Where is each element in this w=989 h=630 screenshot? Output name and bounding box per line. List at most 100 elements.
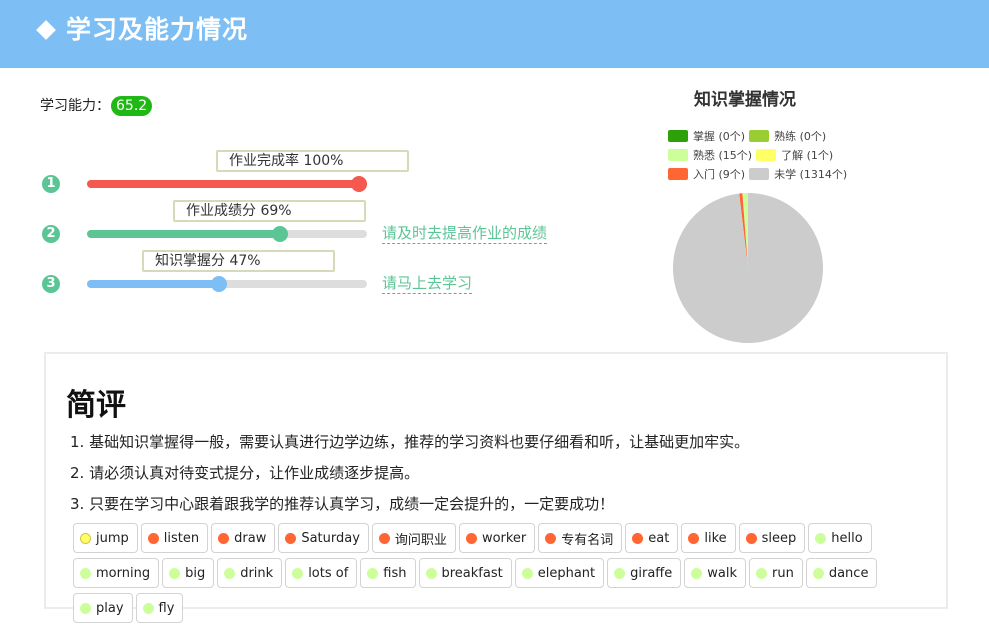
word-tag[interactable]: breakfast	[418, 558, 512, 588]
progress-row: 2 作业成绩分 69% 请及时去提高作业的成绩	[0, 200, 640, 250]
pie-chart-title: 知识掌握情况	[694, 90, 796, 110]
word-tag[interactable]: 询问职业	[371, 523, 456, 553]
word-tag-label: Saturday	[301, 530, 360, 546]
legend-row: 熟悉 (15个) 了解 (1个)	[668, 145, 851, 164]
legend-label: 入门 (9个)	[693, 167, 746, 181]
mastery-dot-icon	[521, 567, 533, 579]
word-tag[interactable]: giraffe	[607, 558, 682, 588]
step-number-icon: 3	[42, 275, 60, 293]
word-tag[interactable]: sleep	[738, 523, 806, 553]
mastery-dot-icon	[691, 567, 703, 579]
progress-fill	[87, 280, 219, 288]
word-tag[interactable]: Saturday	[278, 523, 369, 553]
word-tag[interactable]: elephant	[514, 558, 605, 588]
legend-label: 未学 (1314个)	[774, 167, 848, 181]
mastery-dot-icon	[142, 602, 154, 614]
legend-label: 掌握 (0个)	[693, 129, 746, 143]
progress-fill	[87, 230, 281, 238]
progress-knob[interactable]	[351, 176, 367, 192]
mastery-dot-icon	[80, 567, 91, 579]
word-tag[interactable]: like	[681, 523, 736, 553]
legend-item[interactable]: 掌握 (0个)	[668, 128, 745, 144]
word-tag-label: lots of	[308, 565, 349, 581]
mastery-dot-icon	[147, 532, 159, 544]
mastery-dot-icon	[632, 532, 644, 544]
legend-item[interactable]: 熟悉 (15个)	[668, 147, 752, 163]
word-tag-list: jump listen draw Saturday 询问职业 worker 专有名词 eat l…	[73, 523, 933, 628]
progress-label: 知识掌握分 47%	[142, 250, 335, 272]
legend-label: 熟练 (0个)	[774, 129, 827, 143]
legend-item[interactable]: 熟练 (0个)	[749, 128, 826, 144]
progress-knob[interactable]	[272, 226, 289, 242]
improve-link[interactable]: 请及时去提高作业的成绩	[382, 223, 548, 244]
pie-slice-未学[interactable]	[673, 193, 823, 343]
legend-swatch	[756, 148, 777, 161]
word-tag-label: worker	[481, 530, 527, 546]
word-tag[interactable]: listen	[140, 523, 209, 553]
progress-fill	[87, 180, 367, 188]
word-tag-label: run	[772, 565, 794, 581]
diamond-icon	[36, 20, 56, 40]
legend-item[interactable]: 未学 (1314个)	[749, 166, 847, 182]
progress-knob[interactable]	[210, 276, 227, 292]
progress-track	[87, 276, 367, 292]
progress-row: 3 知识掌握分 47% 请马上去学习	[0, 250, 640, 300]
word-tag[interactable]: morning	[73, 558, 160, 588]
word-tag-label: morning	[96, 565, 151, 581]
word-tag-label: walk	[707, 565, 738, 581]
word-tag-label: hello	[831, 530, 863, 546]
review-line: 3. 只要在学习中心跟着跟我学的推荐认真学习，成绩一定会提升的，一定要成功！	[70, 495, 615, 513]
review-line: 1. 基础知识掌握得一般，需要认真进行边学边练，推荐的学习资料也要仔细看和听，让…	[70, 433, 750, 451]
word-tag[interactable]: 专有名词	[538, 523, 623, 553]
review-line: 2. 请必须认真对待变式提分，让作业成绩逐步提高。	[70, 464, 420, 482]
legend-swatch	[668, 129, 688, 142]
pie-legend: 掌握 (0个) 熟练 (0个) 熟悉 (15个) 了解 (1个) 入门 (9个) 未学 (…	[668, 126, 851, 183]
legend-row: 入门 (9个) 未学 (1314个)	[668, 164, 851, 183]
word-tag[interactable]: eat	[625, 523, 679, 553]
word-tag[interactable]: play	[73, 593, 133, 623]
legend-row: 掌握 (0个) 熟练 (0个)	[668, 126, 851, 145]
mastery-dot-icon	[688, 532, 700, 544]
word-tag-label: giraffe	[630, 565, 673, 581]
word-tag[interactable]: lots of	[285, 558, 358, 588]
progress-track	[87, 226, 367, 242]
word-tag-label: drink	[240, 565, 274, 581]
mastery-dot-icon	[756, 567, 768, 579]
mastery-dot-icon	[378, 532, 390, 544]
step-number-icon: 1	[42, 175, 60, 193]
word-tag[interactable]: dance	[805, 558, 878, 588]
legend-swatch	[749, 129, 770, 142]
improve-link[interactable]: 请马上去学习	[382, 273, 473, 294]
legend-swatch	[749, 167, 770, 180]
page-title: 学习及能力情况	[66, 15, 249, 44]
word-tag-label: draw	[234, 530, 267, 546]
review-title: 简评	[66, 388, 126, 423]
legend-item[interactable]: 了解 (1个)	[756, 147, 833, 163]
mastery-dot-icon	[218, 532, 230, 544]
word-tag[interactable]: big	[162, 558, 215, 588]
word-tag-label: breakfast	[441, 565, 503, 581]
word-tag[interactable]: fly	[135, 593, 184, 623]
knowledge-pie-chart	[673, 193, 823, 343]
word-tag[interactable]: walk	[684, 558, 747, 588]
step-number-icon: 2	[42, 225, 60, 243]
word-tag[interactable]: jump	[73, 523, 138, 553]
legend-item[interactable]: 入门 (9个)	[668, 166, 745, 182]
mastery-dot-icon	[367, 567, 379, 579]
word-tag[interactable]: hello	[808, 523, 872, 553]
word-tag-label: fish	[383, 565, 407, 581]
word-tag-label: big	[185, 565, 206, 581]
review-panel: 简评 1. 基础知识掌握得一般，需要认真进行边学边练，推荐的学习资料也要仔细看和…	[44, 352, 948, 623]
word-tag[interactable]: drink	[217, 558, 283, 588]
word-tag[interactable]: draw	[211, 523, 276, 553]
mastery-dot-icon	[80, 532, 91, 544]
legend-label: 熟悉 (15个)	[693, 148, 753, 162]
word-tag[interactable]: fish	[360, 558, 416, 588]
word-tag[interactable]: run	[749, 558, 803, 588]
word-tag[interactable]: worker	[458, 523, 536, 553]
word-tag-label: dance	[828, 565, 869, 581]
progress-track	[87, 176, 367, 192]
legend-swatch	[668, 148, 688, 161]
word-tag-label: play	[96, 600, 124, 616]
ability-score-badge: 65.2	[111, 96, 153, 116]
